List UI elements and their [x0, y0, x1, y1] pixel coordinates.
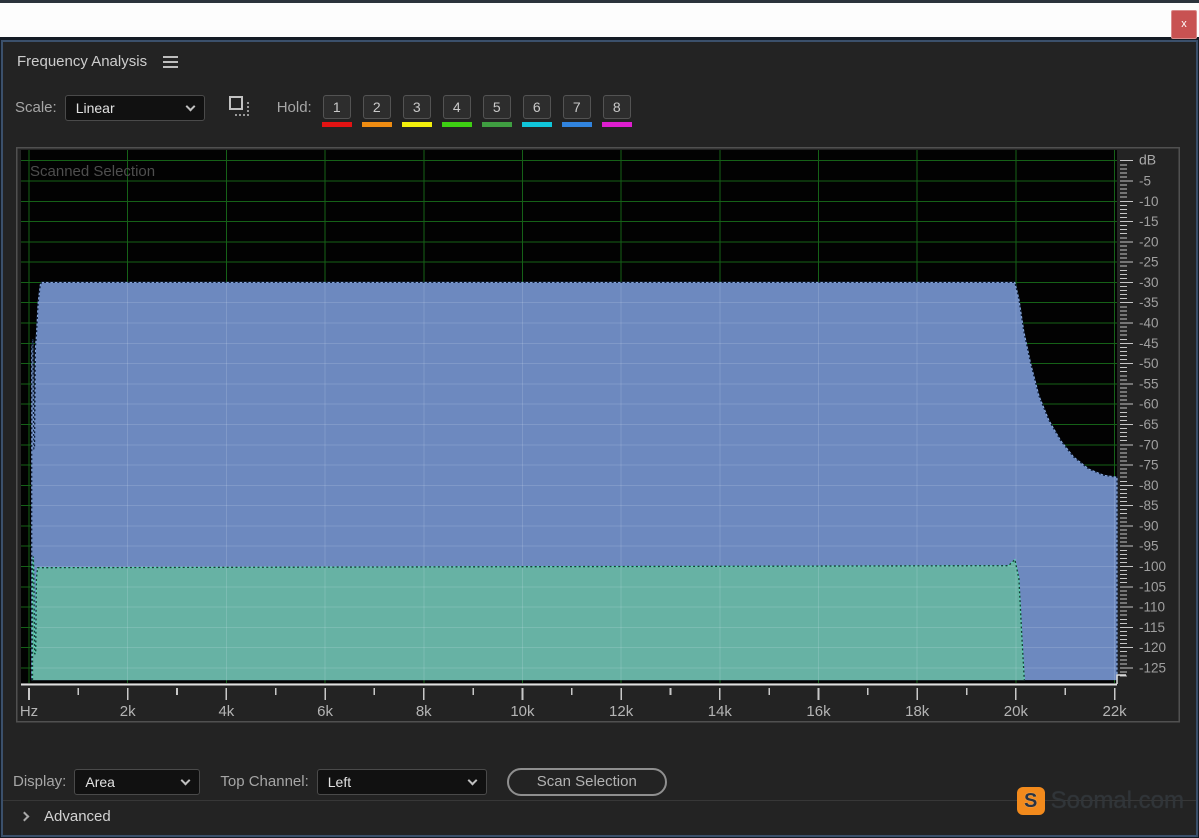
display-value: Area — [85, 774, 115, 790]
hold-slot: 7 — [562, 95, 592, 127]
hold-color-swatch — [562, 122, 592, 127]
display-dropdown[interactable]: Area — [74, 769, 200, 795]
svg-text:-20: -20 — [1139, 234, 1159, 249]
frequency-analysis-panel: Frequency Analysis Scale: Linear Hold: 1… — [1, 40, 1198, 837]
svg-text:-60: -60 — [1139, 397, 1159, 412]
hold-color-swatch — [402, 122, 432, 127]
svg-text:-110: -110 — [1139, 600, 1165, 615]
svg-text:-125: -125 — [1139, 660, 1166, 675]
scale-value: Linear — [76, 100, 115, 116]
hold-color-swatch — [362, 122, 392, 127]
scale-label: Scale: — [15, 95, 57, 121]
chevron-right-icon — [20, 812, 30, 822]
svg-text:6k: 6k — [317, 703, 333, 720]
svg-text:-90: -90 — [1139, 518, 1159, 533]
svg-text:-30: -30 — [1139, 275, 1159, 290]
svg-text:8k: 8k — [416, 703, 432, 720]
hold-slot: 3 — [402, 95, 432, 127]
svg-text:16k: 16k — [806, 703, 831, 720]
scan-selection-button[interactable]: Scan Selection — [507, 768, 667, 796]
toolbar: Scale: Linear Hold: 12345678 — [15, 95, 632, 127]
top-channel-label: Top Channel: — [220, 769, 308, 795]
svg-text:-55: -55 — [1139, 376, 1159, 391]
svg-text:-115: -115 — [1139, 620, 1165, 635]
soomal-logo-icon: S — [1017, 787, 1045, 815]
svg-text:12k: 12k — [609, 703, 634, 720]
advanced-expander[interactable]: Advanced — [21, 808, 111, 825]
watermark-text: Soomal.com — [1051, 787, 1184, 815]
hold-color-swatch — [602, 122, 632, 127]
svg-text:-105: -105 — [1139, 579, 1166, 594]
panel-title: Frequency Analysis — [17, 53, 147, 70]
footer-controls: Display: Area Top Channel: Left Scan Sel… — [13, 768, 667, 796]
svg-text:2k: 2k — [120, 703, 136, 720]
svg-text:-70: -70 — [1139, 437, 1159, 452]
advanced-label: Advanced — [44, 808, 111, 825]
svg-text:-50: -50 — [1139, 356, 1159, 371]
svg-text:-85: -85 — [1139, 498, 1159, 513]
top-channel-dropdown[interactable]: Left — [317, 769, 487, 795]
svg-text:-15: -15 — [1139, 214, 1159, 229]
svg-text:-25: -25 — [1139, 255, 1159, 270]
svg-text:20k: 20k — [1004, 703, 1029, 720]
hold-button-2[interactable]: 2 — [363, 95, 391, 119]
svg-text:22k: 22k — [1102, 703, 1127, 720]
close-icon[interactable]: x — [1171, 10, 1197, 39]
screen: x Frequency Analysis Scale: Linear Hold:… — [0, 0, 1199, 838]
display-label: Display: — [13, 769, 66, 795]
hold-label: Hold: — [277, 95, 312, 121]
svg-text:-5: -5 — [1139, 173, 1151, 188]
svg-text:-35: -35 — [1139, 295, 1159, 310]
svg-text:14k: 14k — [708, 703, 733, 720]
svg-text:-95: -95 — [1139, 539, 1159, 554]
window-titlebar: x — [0, 0, 1199, 37]
svg-text:Scanned Selection: Scanned Selection — [30, 163, 155, 180]
hold-color-swatch — [442, 122, 472, 127]
hold-button-3[interactable]: 3 — [403, 95, 431, 119]
svg-text:dB: dB — [1139, 152, 1156, 168]
copy-graph-icon[interactable] — [229, 96, 253, 120]
svg-text:-45: -45 — [1139, 336, 1159, 351]
hold-slot: 1 — [322, 95, 352, 127]
hold-slot: 4 — [442, 95, 472, 127]
hold-buttons: 12345678 — [322, 95, 632, 127]
svg-text:18k: 18k — [905, 703, 930, 720]
chevron-down-icon — [185, 101, 195, 111]
panel-menu-icon[interactable] — [163, 56, 178, 68]
svg-text:-100: -100 — [1139, 559, 1166, 574]
hold-slot: 2 — [362, 95, 392, 127]
hold-button-4[interactable]: 4 — [443, 95, 471, 119]
chevron-down-icon — [181, 775, 191, 785]
hold-button-5[interactable]: 5 — [483, 95, 511, 119]
svg-text:-75: -75 — [1139, 458, 1159, 473]
watermark: S Soomal.com — [1017, 787, 1184, 815]
hold-button-6[interactable]: 6 — [523, 95, 551, 119]
hold-color-swatch — [522, 122, 552, 127]
hold-slot: 6 — [522, 95, 552, 127]
hold-slot: 5 — [482, 95, 512, 127]
top-channel-value: Left — [328, 774, 351, 790]
frequency-chart: Scanned Selection dB -5 -10 -15 -20 -25 -30 -35 -… — [16, 147, 1180, 724]
hold-button-7[interactable]: 7 — [563, 95, 591, 119]
chevron-down-icon — [467, 775, 477, 785]
svg-text:10k: 10k — [510, 703, 535, 720]
svg-text:Hz: Hz — [20, 703, 38, 720]
hold-button-1[interactable]: 1 — [323, 95, 351, 119]
hold-color-swatch — [322, 122, 352, 127]
hold-color-swatch — [482, 122, 512, 127]
svg-text:4k: 4k — [218, 703, 234, 720]
hold-slot: 8 — [602, 95, 632, 127]
svg-text:-80: -80 — [1139, 478, 1159, 493]
svg-text:-10: -10 — [1139, 194, 1159, 209]
panel-header: Frequency Analysis — [17, 53, 178, 70]
svg-text:-65: -65 — [1139, 417, 1159, 432]
hold-button-8[interactable]: 8 — [603, 95, 631, 119]
svg-text:-120: -120 — [1139, 640, 1166, 655]
svg-text:-40: -40 — [1139, 316, 1159, 331]
scale-dropdown[interactable]: Linear — [65, 95, 205, 121]
